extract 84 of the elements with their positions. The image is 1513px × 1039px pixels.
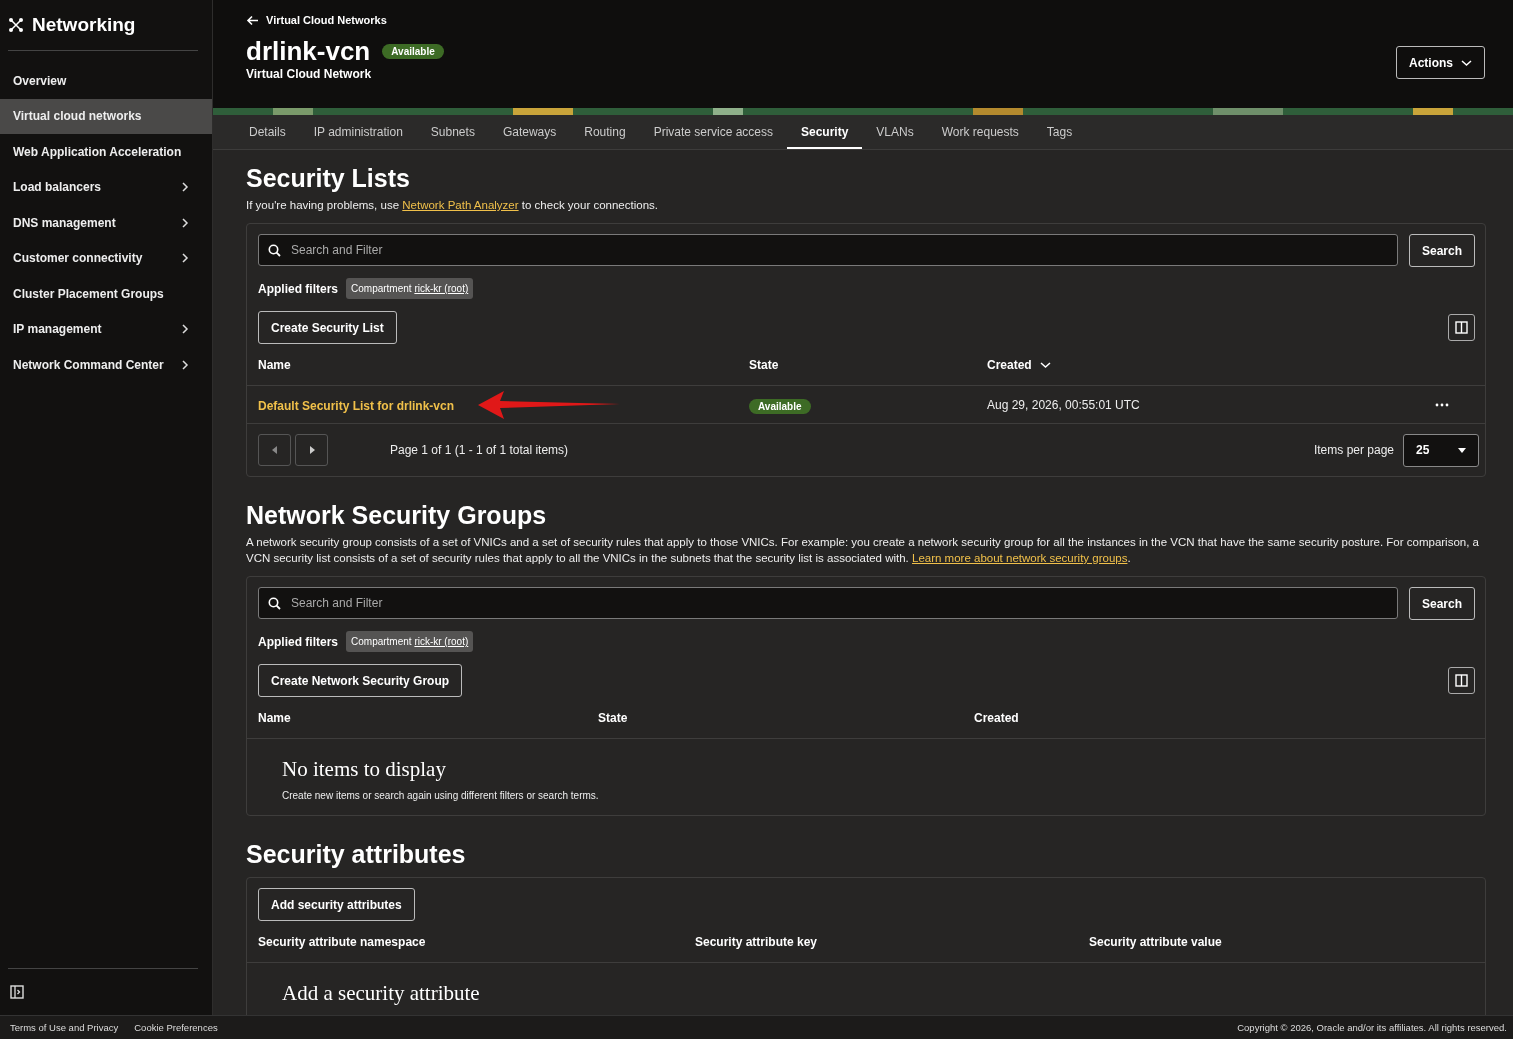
section-heading: Security Lists <box>246 164 411 193</box>
sidebar-title: Networking <box>32 14 136 36</box>
state-badge: Available <box>749 398 811 414</box>
column-header: Security attribute value <box>1089 934 1223 949</box>
column-header: Name <box>258 710 292 725</box>
column-header: Security attribute namespace <box>258 934 427 949</box>
actions-button[interactable]: Actions <box>1396 46 1485 79</box>
footer-link[interactable]: Cookie Preferences <box>134 1022 218 1033</box>
sidebar-item[interactable]: Cluster Placement Groups <box>0 276 212 312</box>
search-icon <box>268 597 281 610</box>
sidebar-item[interactable]: DNS management <box>0 205 212 241</box>
tab[interactable]: Security <box>787 115 863 149</box>
search-icon <box>268 244 281 257</box>
sidebar-item[interactable]: Web Application Acceleration <box>0 134 212 170</box>
tab[interactable]: Subnets <box>416 115 489 149</box>
filter-chip[interactable]: Compartment rick-kr (root) <box>346 631 474 652</box>
applied-filters-label: Applied filters <box>258 281 338 296</box>
sidebar-item[interactable]: Virtual cloud networks <box>0 98 212 134</box>
page-subtitle: Virtual Cloud Network <box>246 67 373 81</box>
items-per-page-label: Items per page <box>1313 443 1394 457</box>
search-button[interactable]: Search <box>1408 234 1475 267</box>
triangle-left-icon <box>271 446 278 454</box>
column-header: State <box>749 357 780 372</box>
status-badge: Available <box>382 44 444 59</box>
sidebar-item[interactable]: Network Command Center <box>0 347 212 383</box>
tab[interactable]: Details <box>235 115 300 149</box>
sidebar-item[interactable]: Load balancers <box>0 169 212 205</box>
columns-icon <box>1455 674 1468 687</box>
columns-button[interactable] <box>1448 314 1475 341</box>
network-icon <box>8 17 24 33</box>
columns-button[interactable] <box>1448 667 1475 694</box>
applied-filters-label: Applied filters <box>258 634 338 649</box>
column-header[interactable]: Created <box>987 357 1435 372</box>
created-cell-text: Aug 29, 2026, 00:55:01 UTC <box>987 397 1141 412</box>
empty-state-title: No items to display <box>282 757 447 782</box>
network-path-analyzer-link[interactable]: Network Path Analyzer <box>402 199 519 211</box>
tab[interactable]: VLANs <box>862 115 928 149</box>
pagination-text: Page 1 of 1 (1 - 1 of 1 total items) <box>390 443 570 457</box>
intro-text: If you're having problems, use Network Path Analyzer to check your connections. <box>246 198 659 213</box>
tab[interactable]: Private service access <box>639 115 787 149</box>
sidebar-item[interactable]: Customer connectivity <box>0 240 212 276</box>
empty-state-title: Add a security attribute <box>282 981 481 1006</box>
sidebar-item[interactable]: Overview <box>0 63 212 99</box>
chevron-right-icon <box>180 359 190 370</box>
back-arrow-icon <box>246 14 259 26</box>
column-header: Security attribute key <box>695 934 819 949</box>
empty-state-text: Create new items or search again using different filters or search terms. <box>282 790 600 801</box>
section-heading: Network Security Groups <box>246 501 548 530</box>
columns-icon <box>1455 321 1468 334</box>
column-header: State <box>598 710 629 725</box>
caret-icon <box>1458 447 1466 453</box>
section-heading: Security attributes <box>246 840 467 869</box>
chevron-right-icon <box>180 324 190 335</box>
chevron-right-icon <box>180 217 190 228</box>
back-link[interactable]: Virtual Cloud Networks <box>246 14 444 26</box>
more-actions-icon[interactable] <box>1435 402 1449 407</box>
create-button[interactable]: Create Security List <box>258 311 397 344</box>
security-list-link[interactable]: Default Security List for drlink-vcn <box>258 398 455 413</box>
chevron-right-icon <box>180 182 190 193</box>
create-button[interactable]: Create Network Security Group <box>258 664 463 697</box>
column-header: Created <box>974 710 1020 725</box>
tab[interactable]: Tags <box>1032 115 1087 149</box>
footer-link[interactable]: Terms of Use and Privacy <box>10 1022 119 1033</box>
triangle-right-icon <box>308 446 315 454</box>
tab[interactable]: IP administration <box>299 115 417 149</box>
search-field[interactable]: Search and Filter <box>258 234 1398 266</box>
copyright-text: Copyright © 2026, Oracle and/or its affiliates. All rights reserved. <box>1237 1022 1507 1033</box>
search-button[interactable]: Search <box>1408 587 1475 620</box>
page-title: drlink-vcn <box>246 36 371 67</box>
sort-icon <box>1039 360 1051 369</box>
add-attributes-button[interactable]: Add security attributes <box>258 888 415 921</box>
next-page-button[interactable] <box>295 434 328 466</box>
chevron-right-icon <box>180 253 190 264</box>
column-header: Name <box>258 357 292 372</box>
description-text: A network security group consists of a set of VNICs and a set of security rules that apply to those VNICs. For example: you create a network security group for all the instances in the VCN that have the same security posture. For comparison, a VCN security list consists of a set of security rules that apply to all the VNICs in the subnets that the security list is associated with. Learn more about network security groups. <box>246 535 1480 566</box>
filter-chip[interactable]: Compartment rick-kr (root) <box>346 278 474 299</box>
search-field[interactable]: Search and Filter <box>258 587 1398 619</box>
collapse-sidebar-icon[interactable] <box>10 985 24 999</box>
tab[interactable]: Work requests <box>927 115 1033 149</box>
sidebar-item[interactable]: IP management <box>0 311 212 347</box>
chevron-down-icon <box>1461 58 1472 67</box>
tab[interactable]: Routing <box>570 115 640 149</box>
tab[interactable]: Gateways <box>488 115 571 149</box>
page-size-select[interactable]: 25 <box>1403 433 1479 467</box>
